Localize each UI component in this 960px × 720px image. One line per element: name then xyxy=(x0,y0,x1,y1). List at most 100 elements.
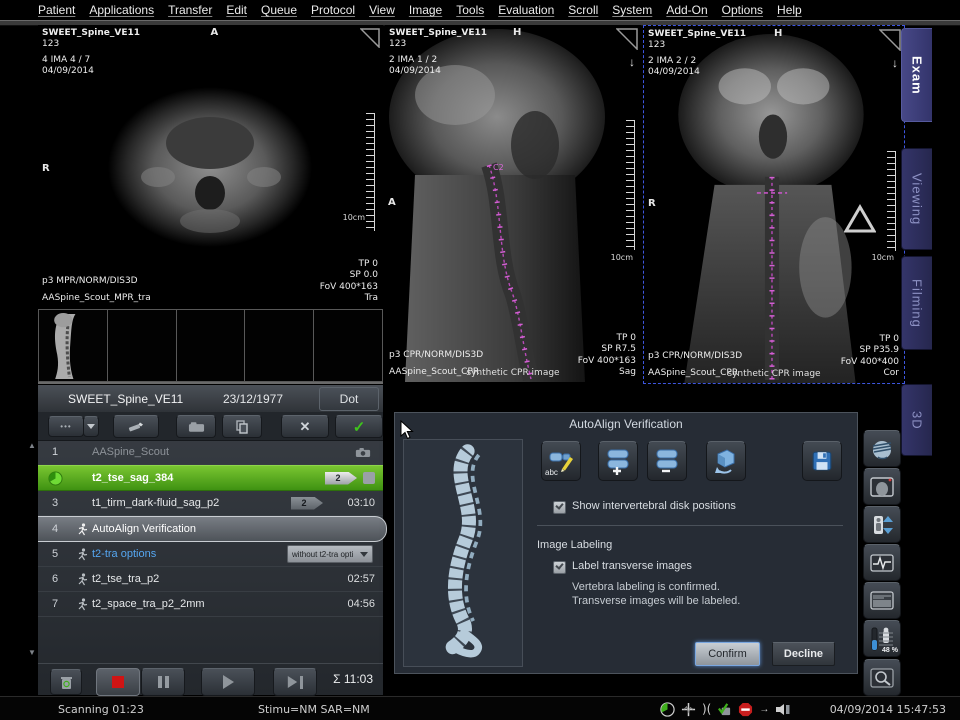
protocol-row-t2-tse-sag-scanning[interactable]: t2_tse_sag_384 2 xyxy=(38,465,383,491)
menu-bar: Patient Applications Transfer Edit Queue… xyxy=(38,0,802,20)
head-coil-button[interactable] xyxy=(863,430,901,467)
scale-ruler xyxy=(626,120,635,250)
system-status-icons: )( → xyxy=(660,700,791,718)
show-disks-checkbox[interactable] xyxy=(553,501,566,514)
thumbnail-image xyxy=(39,310,107,381)
thumbnail-empty[interactable] xyxy=(245,309,314,382)
stop-button[interactable] xyxy=(96,668,140,696)
vertebra-minus-icon xyxy=(653,447,681,475)
protocol-name-link[interactable]: t2-tra options xyxy=(92,548,287,560)
browse-button[interactable] xyxy=(176,415,216,438)
pause-indicator-icon[interactable] xyxy=(363,472,375,484)
menu-options[interactable]: Options xyxy=(722,3,763,17)
edit-label-button[interactable]: abc xyxy=(541,441,581,481)
patient-arrows-icon xyxy=(870,513,894,537)
viewport-sagittal[interactable]: SWEET_Spine_VE11 123 2 IMA 1 / 2 04/09/2… xyxy=(385,25,641,382)
protocol-row-t2-tra-options[interactable]: 5 t2-tra options without t2-tra opti xyxy=(38,542,383,567)
menu-transfer[interactable]: Transfer xyxy=(168,3,212,17)
pause-button[interactable] xyxy=(141,668,185,696)
menu-addon[interactable]: Add-On xyxy=(666,3,707,17)
save-button[interactable] xyxy=(802,441,842,481)
thumbnail-empty[interactable] xyxy=(314,309,383,382)
remove-vertebra-button[interactable] xyxy=(647,441,687,481)
image-viewer-button[interactable] xyxy=(863,468,901,505)
add-vertebra-button[interactable] xyxy=(598,441,638,481)
physio-signal-button[interactable] xyxy=(863,544,901,581)
skip-button[interactable] xyxy=(273,668,317,696)
thumbnail-empty[interactable] xyxy=(108,309,177,382)
pencil-icon xyxy=(127,420,145,434)
menu-edit[interactable]: Edit xyxy=(226,3,247,17)
protocol-row-t2-space-tra[interactable]: 7 t2_space_tra_p2_2mm 04:56 xyxy=(38,592,383,617)
tab-3d-label: 3D xyxy=(910,411,925,430)
t2-tra-options-dropdown[interactable]: without t2-tra opti xyxy=(287,545,373,563)
menu-tools[interactable]: Tools xyxy=(456,3,484,17)
thumbnail-spine-sagittal[interactable] xyxy=(38,309,108,382)
protocol-row-t2-tse-tra[interactable]: 6 t2_tse_tra_p2 02:57 xyxy=(38,567,383,592)
table-position-button[interactable]: 48 % xyxy=(863,620,901,657)
running-person-icon xyxy=(72,573,92,586)
exam-task-card: SWEET_Spine_VE11 23/12/1977 Dot ••• xyxy=(38,385,383,695)
copy-button[interactable] xyxy=(222,415,262,438)
menu-protocol[interactable]: Protocol xyxy=(311,3,355,17)
confirm-button[interactable]: Confirm xyxy=(695,642,760,666)
menu-view[interactable]: View xyxy=(369,3,395,17)
scroll-down-icon[interactable]: ↓ xyxy=(892,56,898,70)
edit-protocol-button[interactable] xyxy=(113,415,159,438)
spine-illustration-panel[interactable] xyxy=(403,439,523,667)
waveform-icon xyxy=(870,554,894,572)
menu-evaluation[interactable]: Evaluation xyxy=(498,3,554,17)
delete-queue-button[interactable] xyxy=(50,669,82,695)
scroll-down-icon[interactable]: ▼ xyxy=(28,648,36,657)
pause-icon xyxy=(158,676,169,688)
measurement-count-badge: 2 xyxy=(325,472,357,485)
menu-applications[interactable]: Applications xyxy=(89,3,154,17)
spine-illustration xyxy=(404,440,520,664)
menu-image[interactable]: Image xyxy=(409,3,442,17)
play-button[interactable] xyxy=(201,668,255,696)
tab-viewing[interactable]: Viewing xyxy=(901,148,932,250)
orientation-marker-left: R xyxy=(648,198,656,209)
protocol-row-t1-tirm[interactable]: 3 t1_tirm_dark-fluid_sag_p2 2 03:10 xyxy=(38,491,383,516)
view-mode-button[interactable]: ••• xyxy=(48,416,84,437)
running-person-icon xyxy=(72,523,92,536)
menu-help[interactable]: Help xyxy=(777,3,802,17)
flip-view-button[interactable] xyxy=(706,441,746,481)
patient-reposition-button[interactable] xyxy=(863,506,901,543)
image-text-overlay: SWEET_Spine_VE11 123 2 IMA 1 / 2 04/09/2… xyxy=(389,28,487,77)
display-layout-button[interactable] xyxy=(863,582,901,619)
thumbnail-empty[interactable] xyxy=(177,309,246,382)
scroll-up-icon[interactable]: ▲ xyxy=(28,441,36,450)
scroll-down-icon[interactable]: ↓ xyxy=(629,55,635,69)
chevron-down-icon xyxy=(360,552,368,557)
image-inspect-button[interactable] xyxy=(863,659,901,696)
apply-protocol-button[interactable]: ✓ xyxy=(335,415,383,438)
scale-ruler xyxy=(887,151,896,251)
row-number: 5 xyxy=(38,548,72,560)
labeling-status-line1: Vertebra labeling is confirmed. xyxy=(572,581,720,593)
protocol-row-autoalign-selected[interactable]: 4 AutoAlign Verification xyxy=(38,516,387,542)
viewport-axial[interactable]: SWEET_Spine_VE11 123 4 IMA 4 / 7 04/09/2… xyxy=(38,25,383,308)
protocol-row-aaspine-scout[interactable]: 1 AASpine_Scout xyxy=(38,440,383,465)
tab-filming[interactable]: Filming xyxy=(901,256,932,350)
cancel-protocol-button[interactable]: ✕ xyxy=(281,415,329,438)
series-info-overlay: p3 MPR/NORM/DIS3D AASpine_Scout_MPR_tra xyxy=(42,276,151,305)
menu-system[interactable]: System xyxy=(612,3,652,17)
arrow-right-icon: → xyxy=(759,704,769,715)
viewport-coronal-selected[interactable]: SWEET_Spine_VE11 123 2 IMA 2 / 2 04/09/2… xyxy=(643,25,905,384)
badge-value: 2 xyxy=(335,473,340,483)
patient-birthdate: 23/12/1977 xyxy=(223,392,283,406)
tab-3d[interactable]: 3D xyxy=(901,384,932,456)
protocol-list: 1 AASpine_Scout t2_tse_sag_384 2 3 t xyxy=(38,440,383,617)
decline-button[interactable]: Decline xyxy=(772,642,835,666)
view-mode-dropdown[interactable] xyxy=(83,416,99,437)
menu-scroll[interactable]: Scroll xyxy=(568,3,598,17)
menu-queue[interactable]: Queue xyxy=(261,3,297,17)
labeling-status-line2: Transverse images will be labeled. xyxy=(572,595,740,607)
tab-exam[interactable]: Exam xyxy=(901,28,932,122)
status-bar: Scanning 01:23 Stimu=NM SAR=NM )( → 04/0… xyxy=(0,696,960,720)
label-transverse-checkbox[interactable] xyxy=(553,561,566,574)
tab-exam-label: Exam xyxy=(910,56,925,95)
dot-button[interactable]: Dot xyxy=(319,387,379,411)
menu-patient[interactable]: Patient xyxy=(38,3,75,17)
